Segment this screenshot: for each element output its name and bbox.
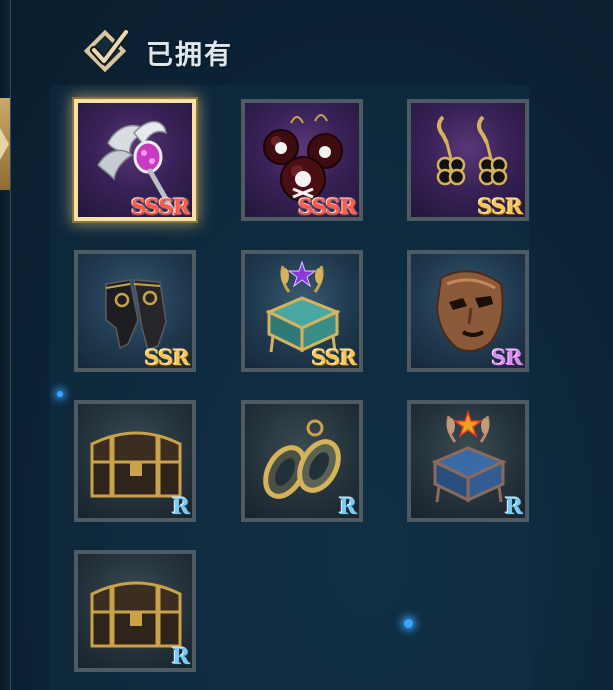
item-slot-silver-wing-scepter[interactable]: SSSR [74,99,196,221]
rarity-label: R [171,494,190,518]
ambient-spark [404,619,413,628]
rarity-label: SSSR [297,194,357,217]
checkbox-checked-icon [83,28,130,73]
rarity-label: SSR [144,345,190,368]
rarity-label: R [338,494,357,518]
item-slot-hoop-earrings[interactable]: R [241,400,363,522]
ambient-spark [57,391,63,397]
rarity-label: SSR [311,345,357,368]
rarity-label: R [504,494,523,518]
item-slot-laurel-jewel-box[interactable]: SSR [241,250,363,372]
item-slot-laurel-jewel-box-blue[interactable]: R [407,400,529,522]
rarity-label: SR [491,345,523,368]
rarity-label: SSR [477,194,523,217]
side-tab-arrow-icon [0,128,9,160]
item-slot-treasure-chest[interactable]: R [74,400,196,522]
owned-header: 已拥有 [78,26,233,78]
rarity-label: SSSR [130,194,190,217]
rarity-label: R [171,644,190,668]
item-slot-skull-bomb-earrings[interactable]: SSSR [241,99,363,221]
owned-title: 已拥有 [146,39,233,71]
item-slot-treasure-chest[interactable]: R [74,550,196,672]
item-slot-black-gloves[interactable]: SSR [74,250,196,372]
item-slot-bronze-mask[interactable]: SR [407,250,529,372]
item-slot-clover-earrings[interactable]: SSR [407,99,529,221]
